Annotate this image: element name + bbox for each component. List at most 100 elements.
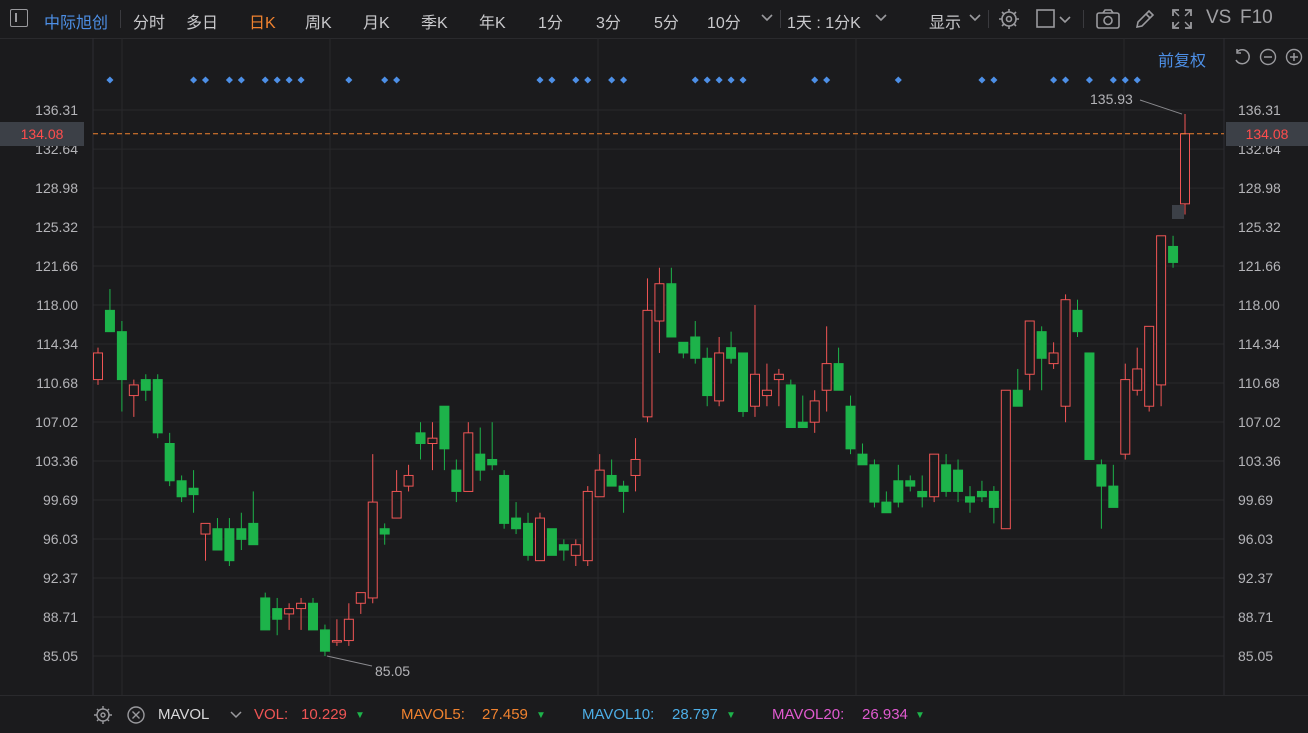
triangle-down-icon: ▼	[536, 710, 546, 721]
tab-period-1min[interactable]: 1分	[538, 9, 563, 33]
event-marker-icon	[273, 76, 281, 84]
candle-body	[630, 458, 641, 476]
gear-icon[interactable]	[93, 705, 113, 725]
fullscreen-icon[interactable]	[1170, 7, 1194, 31]
y-tick-label: 103.36	[35, 453, 78, 469]
event-marker-icon	[608, 76, 616, 84]
candle-body	[1048, 352, 1059, 365]
candle-body	[929, 453, 940, 498]
event-marker-icon	[536, 76, 544, 84]
tab-period-month[interactable]: 月K	[363, 9, 390, 33]
candle	[761, 363, 772, 407]
y-tick-label: 110.68	[36, 375, 78, 391]
candle-body	[1072, 309, 1083, 333]
candle-body	[403, 474, 414, 487]
candle	[1168, 235, 1179, 268]
candle	[654, 267, 665, 353]
period-dropdown[interactable]: 1天 : 1分K	[787, 9, 861, 33]
candle	[343, 603, 354, 646]
candle	[1132, 347, 1143, 396]
candle-body	[224, 528, 235, 562]
close-icon[interactable]	[126, 705, 146, 725]
candle-body	[546, 528, 557, 556]
candlestick-chart[interactable]: 136.31132.64128.98125.32121.66118.00114.…	[0, 38, 1308, 695]
candle-body	[857, 453, 868, 466]
chevron-down-icon[interactable]	[760, 13, 774, 23]
candle	[1060, 294, 1071, 423]
chevron-down-icon[interactable]	[874, 13, 888, 23]
candle	[702, 347, 713, 407]
candle	[749, 305, 760, 417]
indicator-name[interactable]: MAVOL	[158, 706, 209, 723]
y-tick-label: 121.66	[35, 258, 78, 274]
event-marker-icon	[990, 76, 998, 84]
candle	[809, 390, 820, 433]
candle-body	[618, 485, 629, 492]
chevron-down-icon[interactable]	[968, 13, 982, 23]
tab-period-season[interactable]: 季K	[421, 9, 448, 33]
tab-period-multiday[interactable]: 多日	[186, 9, 218, 33]
candle	[558, 539, 569, 561]
y-tick-label: 85.05	[43, 648, 78, 664]
candle-body	[236, 528, 247, 540]
tab-period-fenshi[interactable]: 分时	[133, 9, 165, 33]
gear-icon[interactable]	[997, 7, 1021, 31]
candle	[1120, 363, 1131, 460]
candle	[272, 597, 283, 636]
candle-body	[104, 309, 115, 333]
camera-icon[interactable]	[1095, 7, 1121, 31]
candle	[929, 453, 940, 503]
candle	[1024, 320, 1035, 391]
candle-body	[379, 528, 390, 535]
stock-name[interactable]: 中际旭创	[44, 9, 108, 33]
candle	[499, 470, 510, 529]
candle-body	[296, 602, 307, 610]
tab-period-day[interactable]: 日K	[249, 9, 276, 33]
candle-body	[451, 469, 462, 492]
tab-period-5min[interactable]: 5分	[654, 9, 679, 33]
chart-grid	[92, 38, 1225, 695]
candle-body	[761, 389, 772, 397]
f10-button[interactable]: F10	[1240, 7, 1273, 29]
y-tick-label: 107.02	[1238, 414, 1281, 430]
candle-body	[917, 490, 928, 498]
window-icon[interactable]	[10, 9, 28, 27]
pencil-icon[interactable]	[1133, 7, 1157, 31]
candle	[785, 379, 796, 429]
y-tick-label: 125.32	[1238, 219, 1281, 235]
y-tick-label: 96.03	[43, 531, 78, 547]
candle-body	[833, 363, 844, 391]
candle-body	[654, 283, 665, 322]
candle	[606, 459, 617, 487]
tab-period-year[interactable]: 年K	[479, 9, 506, 33]
candle	[116, 321, 127, 412]
candle	[212, 518, 223, 551]
mavol20-value: 26.934	[862, 706, 908, 723]
chevron-down-icon[interactable]	[229, 710, 243, 720]
y-tick-label: 85.05	[1238, 648, 1273, 664]
tab-period-week[interactable]: 周K	[305, 9, 332, 33]
candle-body	[128, 384, 139, 397]
vs-button[interactable]: VS	[1206, 7, 1231, 29]
tab-period-10min[interactable]: 10分	[707, 9, 741, 33]
mavol10-value: 28.797	[672, 706, 718, 723]
candle-body	[941, 464, 952, 492]
tab-period-3min[interactable]: 3分	[596, 9, 621, 33]
candle	[200, 522, 211, 561]
candle	[1000, 389, 1011, 530]
display-menu[interactable]: 显示	[929, 9, 961, 33]
event-marker-icon	[1050, 76, 1058, 84]
candle	[570, 539, 581, 566]
candle-body	[308, 602, 319, 631]
candle	[236, 512, 247, 551]
high-price-label: 135.93	[1090, 91, 1133, 107]
event-marker-icon	[584, 76, 592, 84]
y-tick-label: 88.71	[1238, 609, 1273, 625]
candle-body	[558, 544, 569, 551]
candle-body	[773, 373, 784, 381]
layout-square-icon[interactable]	[1035, 7, 1075, 31]
candle-body	[272, 608, 283, 620]
divider	[780, 10, 781, 28]
candle	[523, 512, 534, 561]
vol-value: 10.229	[301, 706, 347, 723]
